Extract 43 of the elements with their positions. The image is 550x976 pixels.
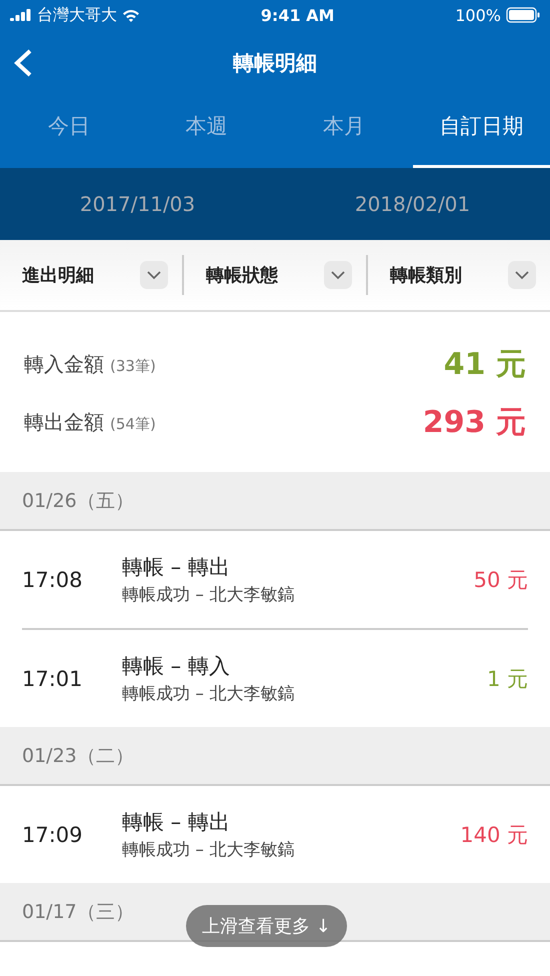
end-date[interactable]: 2018/02/01 — [275, 192, 550, 216]
status-time: 9:41 AM — [260, 6, 334, 24]
page-title: 轉帳明細 — [233, 50, 317, 76]
transaction-row[interactable]: 17:08 轉帳 – 轉出 轉帳成功 – 北大李敏鎬 50 元 — [22, 531, 528, 628]
filter-dropdown[interactable]: 轉帳類別 — [366, 255, 550, 295]
battery-percent: 100% — [455, 6, 501, 24]
chevron-down-icon — [324, 261, 352, 289]
wifi-icon — [122, 8, 140, 22]
date-label: 01/26（五） — [22, 488, 134, 514]
transaction-title: 轉帳 – 轉出 — [122, 554, 231, 581]
summary-count: (33筆) — [110, 356, 156, 374]
start-date[interactable]: 2017/11/03 — [0, 192, 275, 216]
summary-label: 轉入金額 — [24, 352, 104, 376]
transaction-detail: 轉帳成功 – 北大李敏鎬 — [122, 584, 296, 606]
period-tab[interactable]: 今日 — [0, 95, 138, 168]
summary-amount: 41 元 — [444, 346, 526, 384]
filter-dropdown[interactable]: 轉帳狀態 — [182, 255, 366, 295]
scroll-hint[interactable]: 上滑查看更多 ↓ — [186, 905, 347, 947]
transaction-detail: 轉帳成功 – 北大李敏鎬 — [122, 683, 296, 705]
carrier-name: 台灣大哥大 — [37, 4, 117, 26]
transaction-title: 轉帳 – 轉入 — [122, 653, 231, 680]
transaction-amount: 140 元 — [460, 822, 528, 848]
battery-icon — [506, 7, 540, 23]
period-tab[interactable]: 本週 — [138, 95, 275, 168]
transaction-title: 轉帳 – 轉出 — [122, 809, 231, 836]
transaction-time: 17:01 — [22, 666, 84, 690]
summary-amount: 293 元 — [422, 404, 526, 442]
chevron-down-icon — [508, 261, 536, 289]
transaction-amount: 50 元 — [474, 566, 528, 594]
transaction-detail: 轉帳成功 – 北大李敏鎬 — [122, 839, 296, 861]
transaction-amount: 1 元 — [486, 666, 528, 692]
date-label: 01/17（三） — [22, 900, 134, 924]
back-icon[interactable] — [12, 48, 34, 78]
transaction-time: 17:08 — [22, 568, 84, 592]
date-label: 01/23（二） — [22, 744, 134, 768]
summary-count: (54筆) — [110, 414, 156, 432]
period-tab[interactable]: 本月 — [275, 95, 412, 168]
signal-icon — [10, 9, 32, 21]
chevron-down-icon — [140, 261, 168, 289]
transaction-time: 17:09 — [22, 822, 84, 846]
filter-dropdown[interactable]: 進出明細 — [0, 255, 182, 295]
summary-label: 轉出金額 — [24, 410, 104, 434]
transaction-row[interactable]: 17:09 轉帳 – 轉出 轉帳成功 – 北大李敏鎬 140 元 — [22, 786, 528, 883]
